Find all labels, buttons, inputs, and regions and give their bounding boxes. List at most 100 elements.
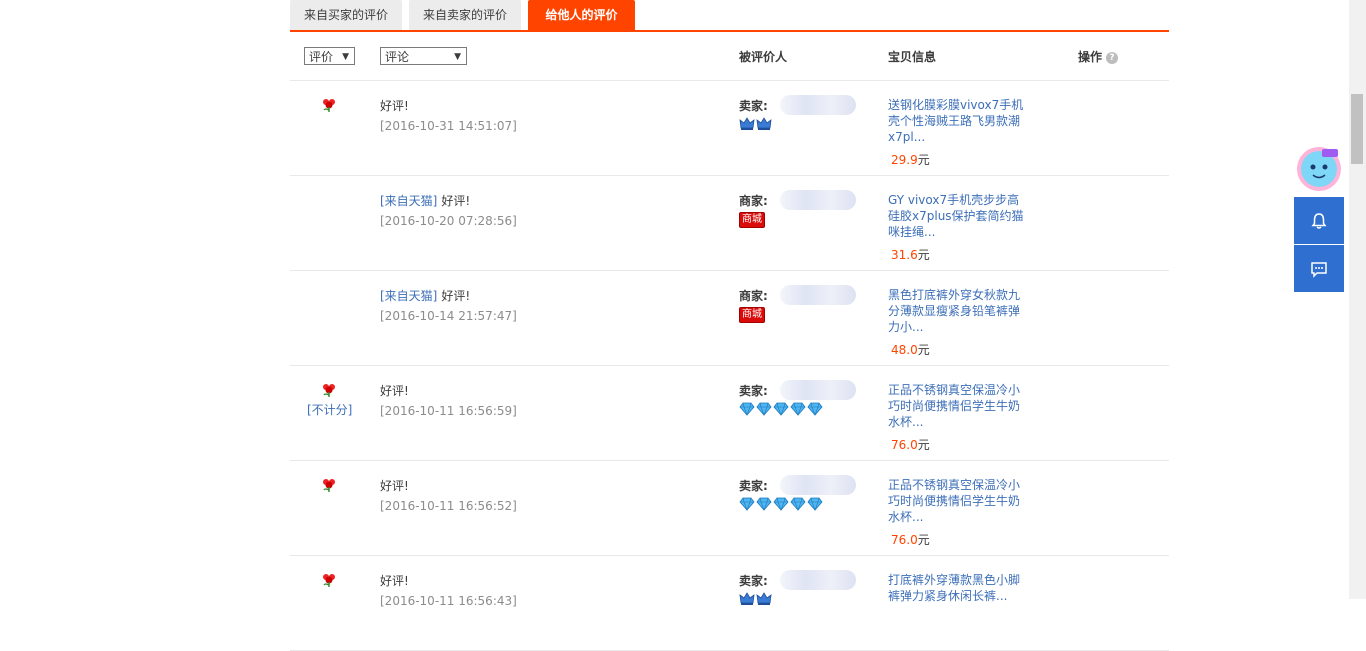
price-value: 76.0 (891, 533, 918, 547)
item-price: 48.0元 (891, 341, 930, 358)
rating-filter-select[interactable]: 评价 ▼ (304, 47, 355, 65)
item-title-link[interactable]: 正品不锈钢真空保温冷小巧时尚便携情侣学生牛奶水杯... (888, 478, 1020, 524)
rating-list: 好评! [2016-10-31 14:51:07] 卖家: 送钢化膜彩膜vivox7手… (290, 81, 1169, 651)
comment-filter-value: 评论 (385, 50, 410, 64)
tmall-source-link[interactable]: [来自天猫] (380, 289, 437, 303)
blurred-username (780, 380, 856, 400)
help-icon[interactable]: ? (1106, 52, 1119, 64)
comment-content: 好评! (380, 574, 409, 588)
target-role: 卖家: (739, 574, 768, 588)
price-value: 48.0 (891, 343, 918, 357)
red-flower-icon (323, 479, 335, 492)
blurred-username (780, 475, 856, 495)
blue-crown-icon (739, 592, 755, 605)
credit-badges (739, 497, 824, 513)
price-value: 29.9 (891, 153, 918, 167)
item-info: 正品不锈钢真空保温冷小巧时尚便携情侣学生牛奶水杯... (888, 382, 1024, 430)
rating-filter-value: 评价 (309, 50, 334, 64)
dropdown-arrow-icon: ▼ (342, 52, 349, 62)
tab-given-to-others[interactable]: 给他人的评价 (528, 0, 635, 30)
blue-diamond-icon (756, 497, 772, 511)
tab-from-buyers[interactable]: 来自买家的评价 (290, 0, 402, 30)
rating-row: [不计分] 好评! [2016-10-11 16:56:59] 卖家: 正品不锈钢真空保… (290, 366, 1169, 461)
blue-diamond-icon (773, 497, 789, 511)
page-scrollbar[interactable] (1349, 0, 1366, 599)
item-price: 76.0元 (891, 436, 930, 453)
item-info: 打底裤外穿薄款黑色小脚裤弹力紧身休闲长裤... (888, 572, 1024, 604)
price-unit: 元 (917, 153, 930, 167)
item-title-link[interactable]: 送钢化膜彩膜vivox7手机壳个性海贼王路飞男款潮x7pl... (888, 98, 1023, 144)
scrollbar-thumb[interactable] (1351, 94, 1363, 164)
no-score-note: [不计分] (307, 403, 353, 417)
blue-crown-icon (756, 117, 772, 130)
blue-diamond-icon (739, 402, 755, 416)
credit-badges: 商城 (739, 307, 765, 323)
mascot-icon[interactable] (1296, 145, 1342, 197)
comment-text: 好评! (380, 382, 409, 399)
blue-crown-icon (756, 592, 772, 605)
price-value: 31.6 (891, 248, 918, 262)
dropdown-arrow-icon: ▼ (454, 52, 461, 62)
comment-date: [2016-10-11 16:56:43] (380, 594, 517, 608)
col-header-item: 宝贝信息 (888, 50, 937, 64)
col-header-action-label: 操作 (1078, 50, 1103, 64)
mall-badge-icon: 商城 (739, 307, 765, 323)
blue-diamond-icon (790, 402, 806, 416)
comment-content: 好评! (441, 194, 471, 208)
credit-badges: 商城 (739, 212, 765, 228)
blue-diamond-icon (739, 497, 755, 511)
blurred-username (780, 190, 856, 210)
comment-content: 好评! (380, 384, 409, 398)
chat-icon (1311, 261, 1327, 278)
red-flower-icon (323, 384, 335, 397)
tab-from-sellers[interactable]: 来自卖家的评价 (409, 0, 521, 30)
target-role: 商家: (739, 289, 768, 303)
bell-icon (1311, 212, 1327, 229)
rating-row: 好评! [2016-10-11 16:56:52] 卖家: 正品不锈钢真空保温冷小巧时… (290, 461, 1169, 556)
item-title-link[interactable]: 正品不锈钢真空保温冷小巧时尚便携情侣学生牛奶水杯... (888, 383, 1020, 429)
target-role: 商家: (739, 194, 768, 208)
comment-text: 好评! (380, 97, 409, 114)
comment-date: [2016-10-20 07:28:56] (380, 214, 517, 228)
col-header-target: 被评价人 (739, 50, 788, 64)
item-title-link[interactable]: GY vivox7手机壳步步高硅胶x7plus保护套简约猫咪挂绳... (888, 193, 1024, 239)
rating-row: 好评! [2016-10-31 14:51:07] 卖家: 送钢化膜彩膜vivox7手… (290, 81, 1169, 176)
comment-text: 好评! (380, 572, 409, 589)
comment-content: 好评! (380, 479, 409, 493)
price-value: 76.0 (891, 438, 918, 452)
blue-diamond-icon (773, 402, 789, 416)
tmall-source-link[interactable]: [来自天猫] (380, 194, 437, 208)
notification-button[interactable] (1294, 197, 1344, 244)
item-info: GY vivox7手机壳步步高硅胶x7plus保护套简约猫咪挂绳... (888, 192, 1024, 240)
comment-text: 好评! (380, 477, 409, 494)
price-unit: 元 (917, 438, 930, 452)
comment-content: 好评! (441, 289, 471, 303)
comment-date: [2016-10-11 16:56:59] (380, 404, 517, 418)
blue-diamond-icon (807, 402, 823, 416)
target-role: 卖家: (739, 479, 768, 493)
blurred-username (780, 570, 856, 590)
price-unit: 元 (917, 343, 930, 357)
blue-diamond-icon (807, 497, 823, 511)
blue-diamond-icon (756, 402, 772, 416)
comment-filter-select[interactable]: 评论 ▼ (380, 47, 467, 65)
red-flower-icon (323, 574, 335, 587)
rating-row: [来自天猫] 好评! [2016-10-20 07:28:56] 商家: 商城 GY vi… (290, 176, 1169, 271)
target-role: 卖家: (739, 99, 768, 113)
comment-content: 好评! (380, 99, 409, 113)
rating-panel: 来自买家的评价 来自卖家的评价 给他人的评价 评价 ▼ 评论 ▼ 被评价人 宝贝… (290, 0, 1169, 651)
item-info: 黑色打底裤外穿女秋款九分薄款显瘦紧身铅笔裤弹力小... (888, 287, 1024, 335)
price-unit: 元 (917, 248, 930, 262)
blurred-username (780, 95, 856, 115)
comment-text: [来自天猫] 好评! (380, 287, 470, 304)
mall-badge-icon: 商城 (739, 212, 765, 228)
comment-date: [2016-10-14 21:57:47] (380, 309, 517, 323)
chat-button[interactable] (1294, 245, 1344, 292)
target-role: 卖家: (739, 384, 768, 398)
blurred-username (780, 285, 856, 305)
item-title-link[interactable]: 黑色打底裤外穿女秋款九分薄款显瘦紧身铅笔裤弹力小... (888, 288, 1020, 334)
col-header-action: 操作? (1078, 48, 1119, 65)
blue-diamond-icon (790, 497, 806, 511)
comment-date: [2016-10-31 14:51:07] (380, 119, 517, 133)
item-price: 76.0元 (891, 531, 930, 548)
